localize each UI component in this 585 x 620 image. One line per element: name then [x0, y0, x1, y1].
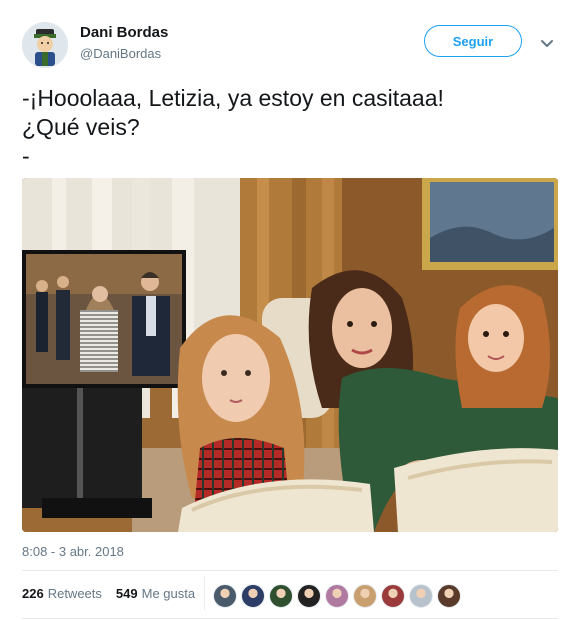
liker-avatar-icon[interactable] [213, 584, 237, 608]
stats-separator [204, 576, 205, 610]
tweet-text-line: ¿Qué veis? [22, 114, 140, 140]
divider [22, 618, 558, 619]
liker-avatar-icon[interactable] [269, 584, 293, 608]
tweet-card: Dani Bordas @DaniBordas Seguir -¡Hooolaa… [0, 0, 585, 620]
liker-avatar-icon[interactable] [381, 584, 405, 608]
tweet-text-line: - [22, 143, 30, 169]
liker-avatar-icon[interactable] [297, 584, 321, 608]
tweet-timestamp[interactable]: 8:08 - 3 abr. 2018 [22, 544, 124, 559]
likes-count: 549 [115, 586, 138, 601]
playmobil-figure-avatar-icon [22, 22, 68, 68]
liker-avatar-icon[interactable] [241, 584, 265, 608]
author-avatar[interactable] [22, 22, 68, 68]
tweet-stats: 226 Retweets 549 Me gusta [22, 586, 209, 601]
chevron-down-icon[interactable] [538, 34, 556, 52]
divider [22, 570, 558, 571]
liker-avatar-icon[interactable] [353, 584, 377, 608]
retweets-count: 226 [22, 586, 44, 601]
photo-image [22, 178, 558, 532]
liker-avatar-icon[interactable] [437, 584, 461, 608]
retweets-stat[interactable]: 226 Retweets [22, 586, 102, 601]
retweets-label: Retweets [47, 586, 102, 601]
author-display-name[interactable]: Dani Bordas [80, 24, 168, 41]
tweet-text: -¡Hooolaaa, Letizia, ya estoy en casitaa… [22, 84, 562, 171]
likes-label: Me gusta [141, 586, 196, 601]
tweet-photo[interactable] [22, 178, 558, 532]
likers-avatars [213, 584, 465, 608]
likes-stat[interactable]: 549 Me gusta [116, 586, 195, 601]
liker-avatar-icon[interactable] [325, 584, 349, 608]
author-handle[interactable]: @DaniBordas [80, 46, 161, 61]
liker-avatar-icon[interactable] [409, 584, 433, 608]
follow-button[interactable]: Seguir [424, 25, 522, 57]
tweet-text-line: -¡Hooolaaa, Letizia, ya estoy en casitaa… [22, 85, 444, 111]
